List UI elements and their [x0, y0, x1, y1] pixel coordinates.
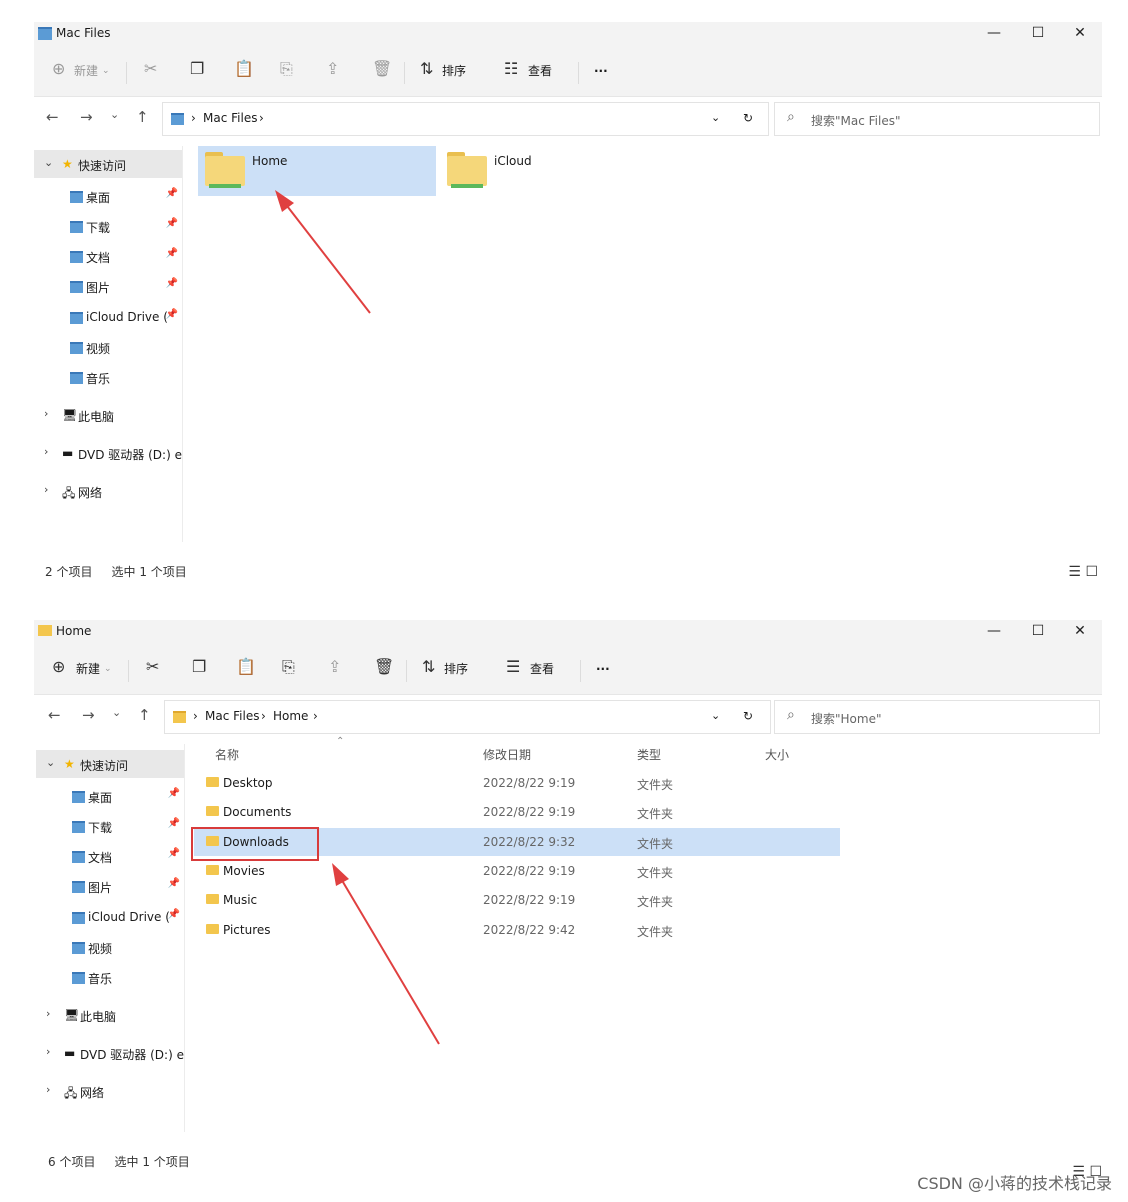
arrow-to-home-folder — [275, 190, 371, 314]
arrow-to-downloads-folder — [332, 863, 440, 1045]
annotation-arrows — [275, 190, 440, 1045]
watermark-text: CSDN @小蒋的技术栈记录 — [917, 1174, 1112, 1193]
